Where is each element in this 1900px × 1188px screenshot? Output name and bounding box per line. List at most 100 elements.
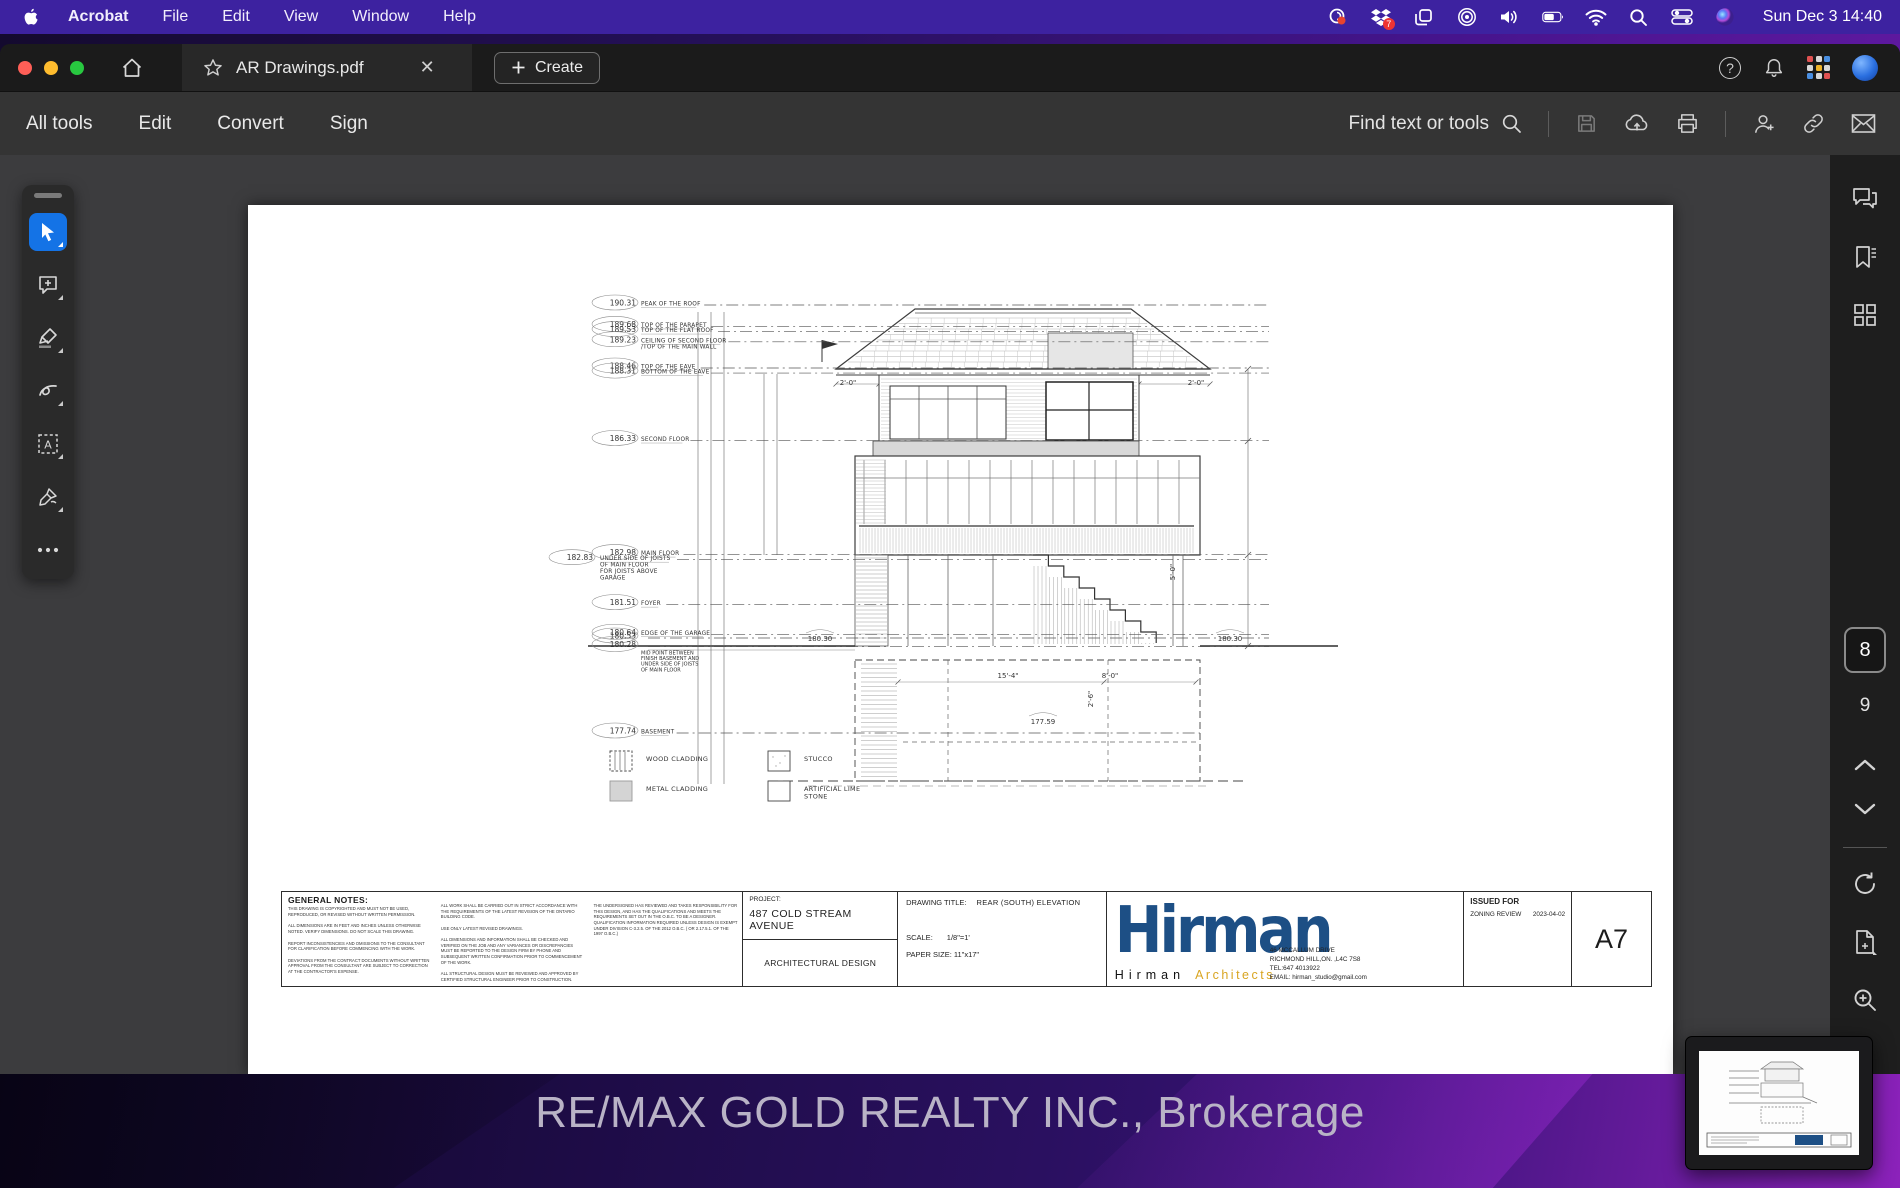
drawing-title-cell: DRAWING TITLE: REAR (SOUTH) ELEVATION SC…	[898, 892, 1107, 986]
macos-menu-bar: Acrobat File Edit View Window Help 7 Sun…	[0, 0, 1900, 34]
battery-icon[interactable]	[1542, 6, 1564, 28]
all-tools-menu[interactable]: All tools	[26, 113, 93, 135]
help-icon[interactable]: ?	[1719, 56, 1741, 79]
apps-grid-icon[interactable]	[1807, 56, 1830, 79]
minimize-window-button[interactable]	[44, 60, 58, 75]
draw-tool[interactable]	[29, 372, 67, 410]
star-icon[interactable]	[202, 57, 224, 79]
window-titlebar: AR Drawings.pdf ✕ Create ?	[0, 44, 1900, 91]
firm-name: Hirman Architects	[1115, 968, 1275, 982]
legend-stucco-dot	[784, 755, 786, 757]
link-icon[interactable]	[1802, 112, 1825, 135]
volume-icon[interactable]	[1499, 6, 1521, 28]
general-notes-col1: GENERAL NOTES: THIS DRAWING IS COPYRIGHTE…	[288, 895, 430, 974]
copy-icon[interactable]	[1413, 6, 1435, 28]
pdf-page[interactable]: 190.31 PEAK OF THE ROOF 189.68 TOP OF THE P…	[248, 205, 1673, 1074]
create-label: Create	[535, 58, 584, 76]
level-label: PEAK OF THE ROOF	[641, 302, 701, 308]
zoom-in-icon[interactable]	[1843, 978, 1887, 1022]
next-page-icon[interactable]	[1843, 787, 1887, 831]
menu-view[interactable]: View	[284, 8, 318, 26]
project-cell: PROJECT: 487 COLD STREAM AVENUE ARCHITEC…	[743, 892, 899, 986]
more-tools[interactable]	[29, 531, 67, 569]
palette-drag-handle[interactable]	[34, 193, 62, 198]
project-label: PROJECT:	[749, 896, 781, 903]
wifi-icon[interactable]	[1585, 6, 1607, 28]
menu-bar-clock[interactable]: Sun Dec 3 14:40	[1763, 8, 1882, 26]
close-window-button[interactable]	[18, 60, 32, 75]
menu-file[interactable]: File	[162, 8, 188, 26]
thumbnail-page	[1699, 1051, 1859, 1155]
dim-annotation: 2'-0"	[840, 379, 857, 387]
legend-label: METAL CLADDING	[646, 785, 708, 793]
right-sidebar: 8 9	[1830, 155, 1900, 1074]
edit-menu[interactable]: Edit	[139, 113, 172, 135]
dropbox-icon[interactable]: 7	[1370, 6, 1395, 30]
print-icon[interactable]	[1676, 112, 1699, 135]
airplay-icon[interactable]	[1456, 6, 1478, 28]
issued-for-label: ISSUED FOR	[1470, 897, 1520, 906]
siri-icon[interactable]	[1714, 6, 1736, 28]
rotate-page-icon[interactable]	[1843, 862, 1887, 906]
level-label: TOP OF THE FLAT ROOF	[640, 328, 714, 334]
legend-stucco-dot	[779, 762, 781, 764]
pdf-thumbnail-preview[interactable]	[1685, 1036, 1873, 1170]
menu-window[interactable]: Window	[352, 8, 409, 26]
legend-label: STONE	[804, 793, 828, 801]
legend-swatch-stone	[767, 780, 791, 802]
comments-panel-icon[interactable]	[1843, 177, 1887, 221]
dropbox-badge: 7	[1382, 18, 1395, 30]
toolbar-divider-2	[1725, 110, 1726, 137]
level-label: OF MAIN FLOOR	[600, 563, 649, 569]
page-thumbnails-panel-icon[interactable]	[1843, 293, 1887, 337]
next-page-number[interactable]: 9	[1860, 695, 1871, 717]
home-icon[interactable]	[120, 56, 144, 80]
select-tool[interactable]	[29, 213, 67, 251]
dim-annotation: 180.30	[1218, 635, 1243, 643]
menu-help[interactable]: Help	[443, 8, 476, 26]
acrobat-window: AR Drawings.pdf ✕ Create ? All tools Edi…	[0, 44, 1900, 1074]
legend-swatch-metal	[609, 780, 633, 802]
traffic-lights	[18, 60, 84, 75]
user-avatar[interactable]	[1852, 54, 1878, 81]
tab-close-icon[interactable]: ✕	[420, 57, 435, 78]
legend-swatch-stucco	[767, 750, 791, 772]
apple-menu-icon[interactable]	[22, 8, 40, 26]
add-user-icon[interactable]	[1752, 112, 1776, 135]
screen-record-icon[interactable]	[1327, 6, 1349, 28]
previous-page-icon[interactable]	[1843, 743, 1887, 787]
title-block: GENERAL NOTES: THIS DRAWING IS COPYRIGHTE…	[281, 891, 1652, 987]
level-elevation: 180.28	[610, 640, 636, 649]
grade-mark-arc	[1215, 629, 1245, 634]
select-text-tool[interactable]: A	[29, 425, 67, 463]
issued-cell: ISSUED FOR ZONING REVIEW 2023-04-02	[1464, 892, 1573, 986]
create-button[interactable]: Create	[494, 51, 601, 84]
zoom-window-button[interactable]	[70, 60, 84, 75]
bookmarks-panel-icon[interactable]	[1843, 235, 1887, 279]
menu-acrobat[interactable]: Acrobat	[68, 8, 128, 26]
legend-label: STUCCO	[804, 755, 833, 763]
extract-pages-icon[interactable]	[1843, 920, 1887, 964]
menu-edit[interactable]: Edit	[222, 8, 250, 26]
section-marker	[822, 340, 838, 349]
general-notes-col2: ALL WORK SHALL BE CARRIED OUT IN STRICT …	[440, 903, 583, 982]
document-tab[interactable]: AR Drawings.pdf ✕	[182, 44, 472, 91]
level-label: GARAGE	[600, 575, 626, 581]
dim-annotation: 180.30	[808, 635, 833, 643]
level-label: FOYER	[641, 601, 661, 607]
level-label: CEILING OF SECOND FLOOR	[641, 338, 726, 344]
sidebar-divider	[1843, 847, 1887, 848]
highlight-tool[interactable]	[29, 319, 67, 357]
current-page-box[interactable]: 8	[1844, 627, 1886, 673]
spotlight-icon[interactable]	[1628, 6, 1650, 28]
control-center-icon[interactable]	[1671, 6, 1693, 28]
level-elevation: 186.33	[610, 434, 636, 443]
level-label: UNDER SIDE OF JOISTS	[600, 556, 671, 562]
add-comment-tool[interactable]	[29, 266, 67, 304]
notifications-bell-icon[interactable]	[1763, 57, 1785, 79]
sheet-number-cell: A7	[1572, 892, 1651, 986]
grade-mark-arc	[1028, 712, 1058, 717]
email-icon[interactable]	[1851, 113, 1876, 134]
sign-tool[interactable]	[29, 478, 67, 516]
main-floor-wall	[854, 455, 1201, 556]
